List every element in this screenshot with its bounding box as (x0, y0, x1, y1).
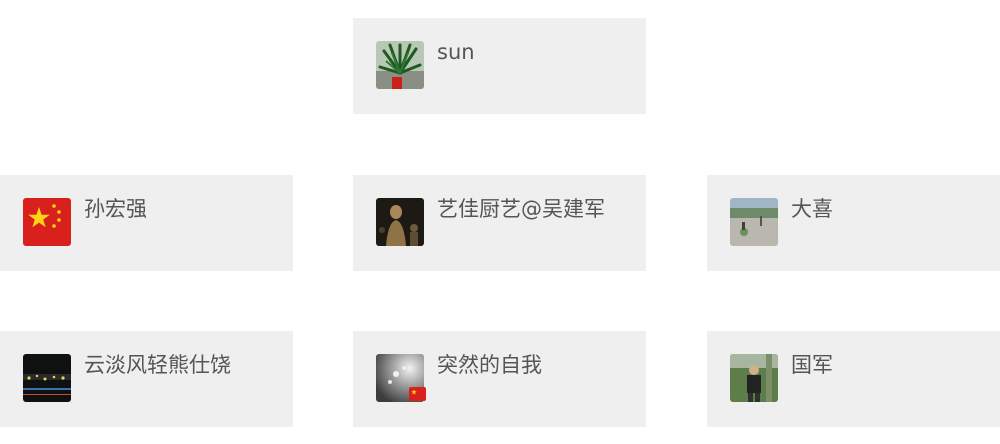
contact-name: 艺佳厨艺@吴建军 (437, 197, 605, 221)
contact-card-daxi[interactable]: 大喜 (707, 175, 1000, 271)
contact-card-yundan-fengqing[interactable]: 云淡风轻熊仕饶 (0, 331, 293, 427)
contact-card-guojun[interactable]: 国军 (707, 331, 1000, 427)
contact-name: 孙宏强 (84, 197, 147, 221)
contact-card-turan-deziwo[interactable]: 突然的自我 (353, 331, 646, 427)
contact-name: 国军 (791, 353, 833, 377)
night-city-avatar-icon (23, 354, 71, 402)
china-flag-badge-icon (409, 387, 426, 401)
contact-name: sun (437, 40, 475, 64)
contact-name: 云淡风轻熊仕饶 (84, 353, 231, 377)
outdoor-park-avatar-icon (730, 198, 778, 246)
contact-name: 大喜 (791, 197, 833, 221)
person-outdoor-avatar-icon (730, 354, 778, 402)
contact-card-yijia-chuyi[interactable]: 艺佳厨艺@吴建军 (353, 175, 646, 271)
buddha-statue-avatar-icon (376, 198, 424, 246)
contact-card-sun[interactable]: sun (353, 18, 646, 114)
china-flag-avatar-icon (23, 198, 71, 246)
potted-plant-avatar-icon (376, 41, 424, 89)
contact-card-sun-hongqiang[interactable]: 孙宏强 (0, 175, 293, 271)
contact-name: 突然的自我 (437, 353, 542, 377)
